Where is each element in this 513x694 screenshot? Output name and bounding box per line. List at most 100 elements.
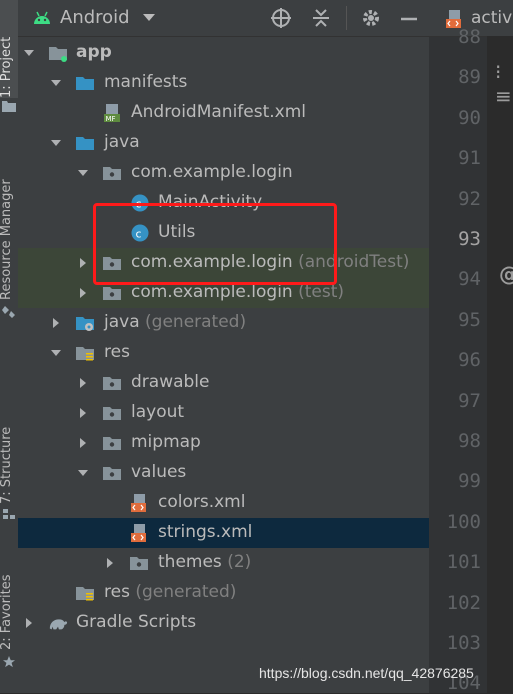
xml-file-icon: [131, 524, 146, 542]
tree-node-drawable[interactable]: drawable: [18, 368, 429, 398]
project-panel: Android app manifests MF AndroidManifest…: [18, 0, 429, 693]
star-icon: [3, 656, 15, 668]
line-number: 98: [458, 430, 481, 452]
editor-area: activ 88 89 90 91 92 93 94 95 96 97 98 99 100 101 102 1…: [429, 0, 513, 694]
package-icon: [103, 167, 121, 180]
structure-label: 7: Structure: [0, 426, 14, 504]
tree-node-themes[interactable]: themes (2): [18, 548, 429, 578]
tree-node-values[interactable]: values: [18, 458, 429, 488]
tree-node-app[interactable]: app: [18, 38, 429, 68]
locate-icon[interactable]: [270, 7, 292, 29]
tool-window-strip: 1: Project Resource Manager 7: Structure…: [0, 0, 19, 693]
tree-node-colors-xml[interactable]: colors.xml: [18, 488, 429, 518]
expand-arrow-icon[interactable]: [49, 136, 63, 150]
resource-manager-tool-button[interactable]: Resource Manager: [0, 150, 19, 300]
tree-label: res: [104, 342, 130, 362]
android-icon: [34, 11, 50, 24]
tree-label: strings.xml: [158, 522, 253, 542]
line-number: 90: [458, 106, 481, 129]
tree-label: com.example.login: [131, 162, 293, 182]
gradle-icon: [49, 619, 68, 630]
expand-arrow-icon[interactable]: [76, 166, 90, 180]
xml-file-icon: [131, 494, 146, 512]
tree-label: java: [104, 132, 140, 152]
tree-label: themes: [158, 552, 222, 572]
line-number: 96: [458, 349, 481, 372]
project-tool-button[interactable]: 1: Project: [0, 0, 19, 98]
collapse-all-icon[interactable]: [310, 7, 332, 29]
line-number: 102: [446, 591, 481, 614]
expand-arrow-icon[interactable]: [49, 346, 63, 360]
gear-icon[interactable]: [360, 7, 382, 29]
tree-label: res: [104, 582, 130, 602]
tree-label: colors.xml: [158, 492, 246, 512]
tree-label-suffix: (generated): [135, 582, 237, 602]
project-tool-label: 1: Project: [0, 36, 14, 98]
line-number: 88: [458, 26, 481, 48]
collapsed-arrow-icon[interactable]: [22, 616, 36, 630]
minimize-icon[interactable]: [398, 7, 420, 29]
line-number: 101: [446, 551, 481, 574]
chevron-down-icon[interactable]: [143, 14, 155, 21]
package-icon: [103, 437, 121, 450]
collapsed-arrow-icon[interactable]: [49, 316, 63, 330]
expand-arrow-icon[interactable]: [49, 76, 63, 90]
resource-folder-icon: [76, 587, 94, 601]
project-toolbar: Android: [18, 0, 429, 37]
line-number: 99: [458, 470, 481, 493]
tree-node-strings-xml[interactable]: strings.xml: [18, 518, 429, 548]
tree-label: com.example.login: [131, 282, 293, 302]
tree-label: manifests: [104, 72, 188, 92]
tree-node-android-manifest[interactable]: MF AndroidManifest.xml: [18, 98, 429, 128]
collapsed-arrow-icon[interactable]: [76, 406, 90, 420]
manifest-file-icon: MF: [104, 104, 120, 123]
tree-node-layout[interactable]: layout: [18, 398, 429, 428]
editor-tab-label: activ: [471, 8, 513, 28]
package-icon: [103, 287, 121, 300]
tree-node-java-generated[interactable]: java (generated): [18, 308, 429, 338]
tree-label: layout: [131, 402, 185, 422]
package-icon: [103, 467, 121, 480]
resource-manager-label: Resource Manager: [0, 179, 14, 300]
code-area[interactable]: [487, 36, 513, 693]
expand-arrow-icon[interactable]: [22, 46, 36, 60]
tree-label-suffix: (2): [227, 552, 252, 572]
tree-node-java[interactable]: java: [18, 128, 429, 158]
svg-text:MF: MF: [106, 115, 116, 123]
collapsed-arrow-icon[interactable]: [76, 436, 90, 450]
tree-node-manifests[interactable]: manifests: [18, 68, 429, 98]
tree-label: drawable: [131, 372, 210, 392]
collapsed-arrow-icon[interactable]: [103, 556, 117, 570]
structure-icon: [3, 509, 15, 519]
collapsed-arrow-icon[interactable]: [76, 286, 90, 300]
tree-label: mipmap: [131, 432, 201, 452]
toolbar-divider: [346, 6, 347, 30]
tree-node-package[interactable]: com.example.login: [18, 158, 429, 188]
package-icon: [103, 407, 121, 420]
watermark: https://blog.csdn.net/qq_42876285: [259, 665, 474, 681]
structure-marker-icon[interactable]: ⁝≡: [495, 60, 513, 108]
favorites-tool-button[interactable]: 2: Favorites: [0, 558, 19, 650]
tree-node-res[interactable]: res: [18, 338, 429, 368]
expand-arrow-icon[interactable]: [76, 466, 90, 480]
tree-label: AndroidManifest.xml: [131, 102, 307, 122]
structure-tool-button[interactable]: 7: Structure: [0, 404, 19, 504]
line-number: 92: [458, 187, 481, 210]
tree-node-mipmap[interactable]: mipmap: [18, 428, 429, 458]
package-icon: [130, 557, 148, 570]
package-icon: [103, 377, 121, 390]
collapsed-arrow-icon[interactable]: [76, 256, 90, 270]
annotation-highlight-box: [93, 203, 337, 285]
line-number: 97: [458, 389, 481, 412]
view-selector[interactable]: Android: [60, 7, 130, 28]
tree-label: java: [104, 312, 140, 332]
line-number: 100: [446, 510, 481, 533]
tree-node-res-generated[interactable]: res (generated): [18, 578, 429, 608]
collapsed-arrow-icon[interactable]: [76, 376, 90, 390]
resource-icon: [2, 306, 15, 318]
folder-icon: [76, 77, 94, 90]
tree-node-gradle-scripts[interactable]: Gradle Scripts: [18, 608, 429, 638]
generated-folder-icon: [76, 317, 94, 331]
source-folder-icon: [76, 137, 94, 150]
tree-label-suffix: (test): [298, 282, 345, 302]
